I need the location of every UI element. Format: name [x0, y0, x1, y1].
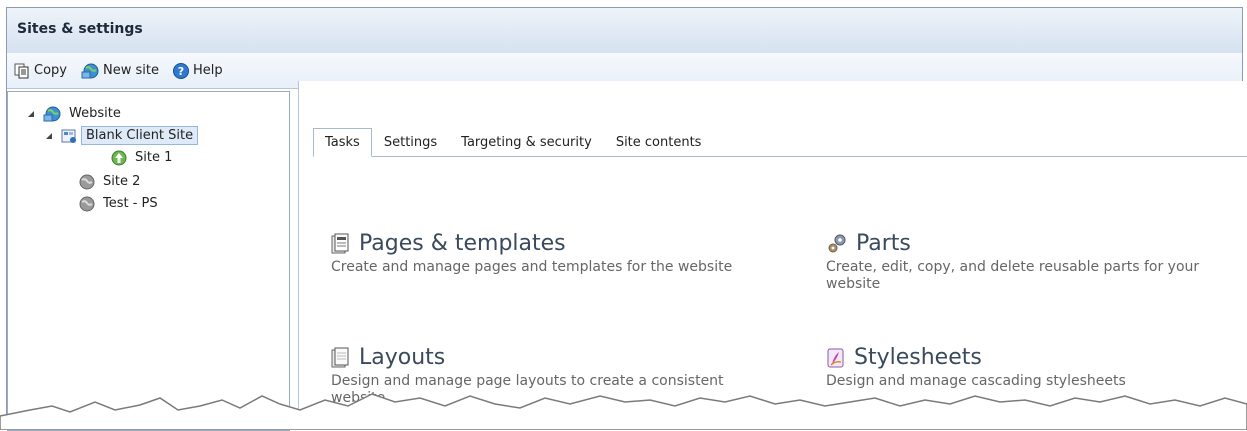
- svg-text:?: ?: [178, 65, 184, 78]
- tree-node-blank-client-site[interactable]: Blank Client Site: [43, 126, 199, 145]
- task-description: Create, edit, copy, and delete reusable …: [826, 259, 1200, 292]
- task-title[interactable]: Stylesheets: [854, 345, 982, 370]
- pages-icon: [331, 233, 349, 253]
- copy-button-label: Copy: [34, 63, 67, 78]
- tree-node-test-ps[interactable]: Test - PS: [79, 194, 162, 213]
- copy-icon: [14, 63, 29, 78]
- tree-node-label: Site 2: [103, 174, 141, 189]
- globe-icon: [43, 106, 61, 122]
- globe-active-icon: [111, 150, 127, 166]
- tree-node-label: Test - PS: [103, 196, 158, 211]
- window-title: Sites & settings: [17, 21, 143, 37]
- new-site-button[interactable]: New site: [81, 63, 159, 79]
- globe-inactive-icon: [79, 196, 95, 212]
- layouts-icon: [331, 347, 349, 367]
- stylesheet-icon: [827, 348, 844, 367]
- tree-node-website[interactable]: Website: [25, 104, 125, 123]
- help-icon: ?: [172, 62, 189, 79]
- tree-node-site-1[interactable]: Site 1: [111, 148, 176, 167]
- collapse-arrow-icon[interactable]: [25, 108, 37, 120]
- torn-edge: [0, 393, 1247, 430]
- globe-icon: [81, 63, 99, 78]
- task-title[interactable]: Pages & templates: [359, 231, 566, 256]
- tree-node-label: Site 1: [135, 150, 173, 165]
- content-panel: Tasks Settings Targeting & security Site…: [298, 81, 1247, 430]
- tab-tasks[interactable]: Tasks: [313, 128, 372, 157]
- task-parts[interactable]: Parts Create, edit, copy, and delete reu…: [826, 231, 1247, 293]
- tab-strip: Tasks Settings Targeting & security Site…: [313, 128, 1247, 157]
- help-button[interactable]: ? Help: [172, 62, 223, 79]
- tab-settings[interactable]: Settings: [372, 128, 449, 156]
- task-pages-templates[interactable]: Pages & templates Create and manage page…: [331, 231, 761, 276]
- gears-icon: [828, 234, 846, 252]
- task-title[interactable]: Layouts: [359, 345, 445, 370]
- task-description: Create and manage pages and templates fo…: [331, 259, 733, 275]
- task-title[interactable]: Parts: [856, 231, 911, 256]
- help-button-label: Help: [192, 63, 223, 78]
- title-bar: Sites & settings: [7, 8, 1242, 54]
- collapse-arrow-icon[interactable]: [43, 130, 55, 142]
- copy-button[interactable]: Copy: [14, 63, 67, 79]
- globe-inactive-icon: [79, 174, 95, 190]
- tab-site-contents[interactable]: Site contents: [604, 128, 714, 156]
- new-site-button-label: New site: [102, 63, 159, 78]
- tree-node-label: Blank Client Site: [81, 126, 199, 145]
- site-page-icon: [61, 128, 77, 144]
- tree-node-site-2[interactable]: Site 2: [79, 172, 144, 191]
- tree-node-label: Website: [69, 106, 121, 121]
- tab-targeting-security[interactable]: Targeting & security: [449, 128, 604, 156]
